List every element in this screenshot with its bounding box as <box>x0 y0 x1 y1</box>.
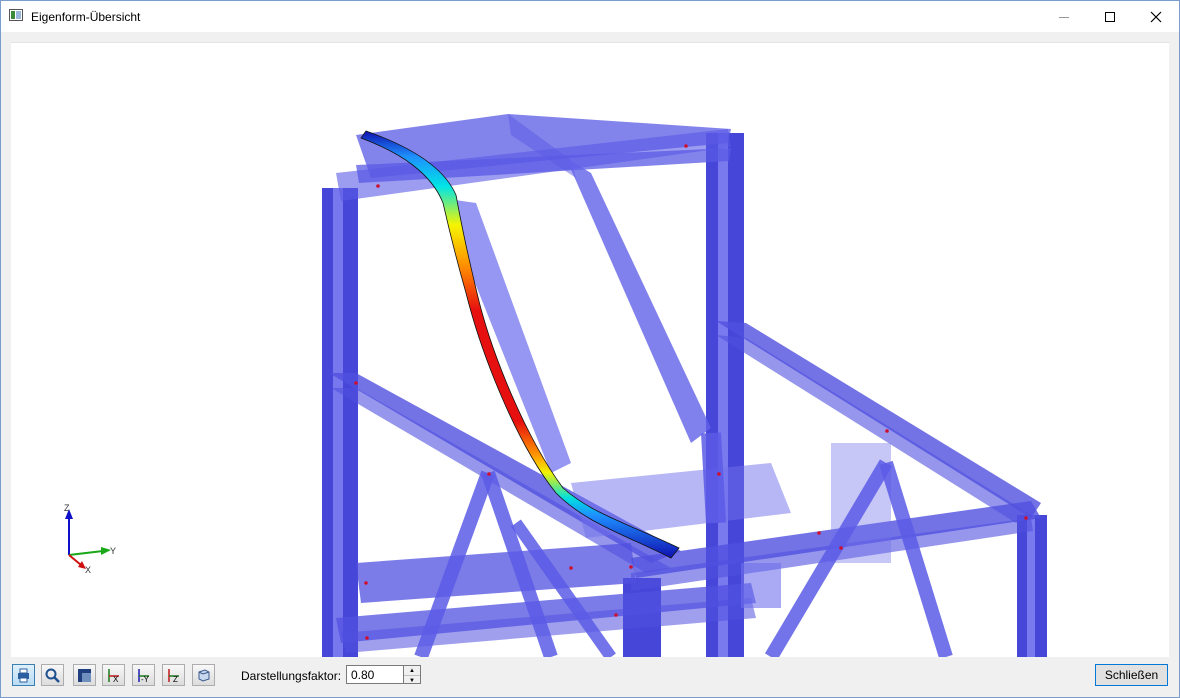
view-minus-y-icon: -Y <box>138 668 150 683</box>
view-minus-y-button[interactable]: -Y <box>132 664 155 686</box>
axis-y-label: Y <box>110 546 116 556</box>
spin-down-icon[interactable]: ▼ <box>404 676 420 685</box>
axis-triad: Z Y X <box>64 503 116 575</box>
close-icon <box>1150 11 1162 22</box>
view-x-icon: X <box>108 668 119 683</box>
close-window-button[interactable] <box>1133 1 1179 32</box>
print-button[interactable] <box>12 664 35 686</box>
scale-factor-input[interactable] <box>346 665 404 684</box>
zoom-icon <box>45 668 60 683</box>
isometric-view-icon <box>198 668 210 682</box>
axis-z-label: Z <box>64 503 70 513</box>
title-bar: Eigenform-Übersicht <box>1 1 1179 32</box>
isometric-view-button[interactable] <box>192 664 215 686</box>
app-icon <box>9 9 23 21</box>
view-x-label: X <box>113 675 119 683</box>
scale-factor-label: Darstellungsfaktor: <box>241 669 342 683</box>
view-z-label: Z <box>173 675 178 683</box>
structure-3d-view[interactable]: Z Y X <box>11 43 1169 661</box>
view-x-button[interactable]: X <box>102 664 125 686</box>
print-icon <box>18 668 29 682</box>
eigenform-window: Eigenform-Übersicht Z Y X X -Y Z Darstel… <box>0 0 1180 698</box>
display-mode-icon <box>78 668 91 682</box>
window-title: Eigenform-Übersicht <box>31 10 141 24</box>
model-viewport[interactable]: Z Y X <box>11 42 1169 661</box>
scale-factor-spinner[interactable]: ▲ ▼ <box>404 665 421 684</box>
view-z-icon: Z <box>168 668 179 683</box>
maximize-icon <box>1105 11 1115 22</box>
close-button[interactable]: Schließen <box>1095 664 1168 686</box>
bottom-toolbar: X -Y Z Darstellungsfaktor: ▲ ▼ Schli <box>1 658 1179 697</box>
minimize-button[interactable] <box>1041 1 1087 32</box>
axis-x-label: X <box>85 565 91 575</box>
view-z-button[interactable]: Z <box>162 664 185 686</box>
zoom-button[interactable] <box>41 664 64 686</box>
minimize-icon <box>1059 16 1069 18</box>
maximize-button[interactable] <box>1087 1 1133 32</box>
view-minus-y-label: -Y <box>141 675 150 683</box>
spin-up-icon[interactable]: ▲ <box>404 666 420 676</box>
display-mode-button[interactable] <box>73 664 96 686</box>
mid-level-beams <box>329 321 1041 591</box>
